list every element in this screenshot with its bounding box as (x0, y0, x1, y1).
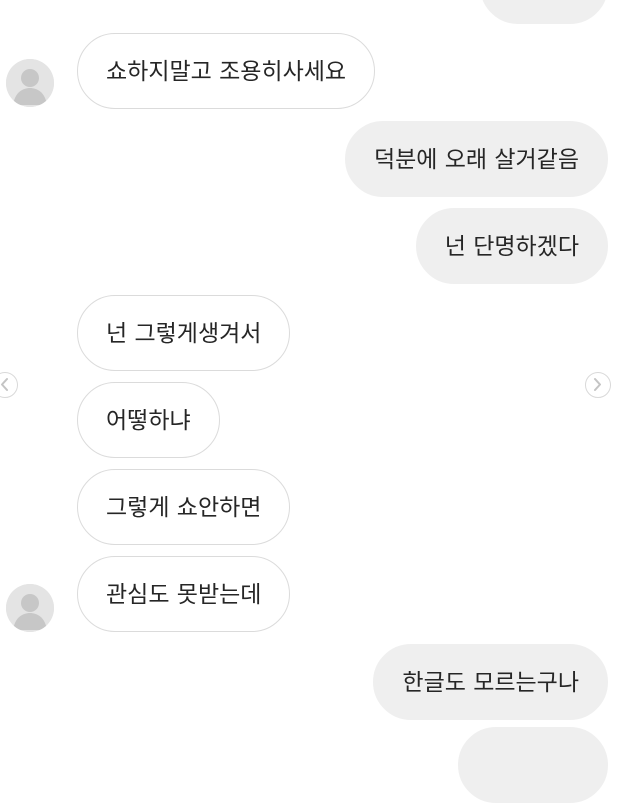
sent-message-bubble: 한글도 모르는구나 (373, 644, 608, 720)
received-message-bubble: 쇼하지말고 조용히사세요 (77, 33, 376, 109)
sent-message-bubble (458, 727, 608, 803)
received-message-bubble: 관심도 못받는데 (77, 556, 291, 632)
sent-message-bubble (480, 0, 608, 24)
received-message-bubble: 넌 그렇게생겨서 (77, 295, 291, 371)
avatar-icon[interactable] (6, 59, 54, 107)
chevron-left-icon[interactable] (0, 372, 18, 398)
sent-message-bubble: 덕분에 오래 살거같음 (344, 121, 608, 197)
chevron-right-icon[interactable] (585, 372, 611, 398)
received-message-bubble: 그렇게 쇼안하면 (77, 469, 291, 545)
sent-message-bubble: 넌 단명하겠다 (415, 208, 608, 284)
avatar-icon[interactable] (6, 584, 54, 632)
received-message-bubble: 어떻하냐 (77, 382, 220, 458)
